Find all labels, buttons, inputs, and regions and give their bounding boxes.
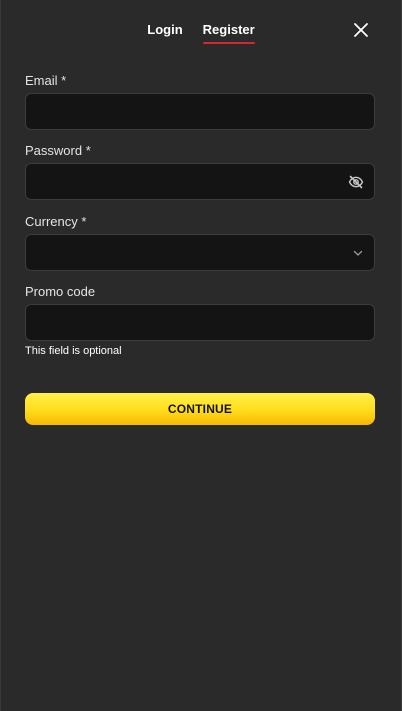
chevron-down-icon — [353, 250, 363, 256]
continue-button[interactable]: CONTINUE — [25, 393, 375, 425]
promo-code-label: Promo code — [25, 284, 96, 299]
email-field-wrapper — [25, 93, 375, 130]
close-button[interactable] — [352, 21, 370, 39]
promo-code-field[interactable] — [26, 305, 374, 340]
password-field[interactable] — [26, 164, 374, 199]
email-field[interactable] — [26, 94, 374, 129]
password-label: Password * — [25, 143, 91, 158]
auth-tabs: Login Register — [1, 0, 401, 46]
close-icon — [354, 23, 368, 37]
currency-label: Currency * — [25, 214, 87, 229]
password-field-wrapper — [25, 163, 375, 200]
promo-code-hint: This field is optional — [25, 345, 122, 357]
currency-dropdown-toggle[interactable] — [352, 246, 364, 260]
email-label: Email * — [25, 73, 67, 88]
eye-off-icon — [348, 175, 364, 189]
tab-login[interactable]: Login — [147, 22, 182, 43]
currency-select[interactable] — [25, 234, 375, 271]
tab-register[interactable]: Register — [202, 22, 255, 44]
register-modal: Login Register Email * Password * Curren… — [0, 0, 402, 711]
password-visibility-toggle[interactable] — [348, 174, 364, 190]
promo-code-field-wrapper — [25, 304, 375, 341]
